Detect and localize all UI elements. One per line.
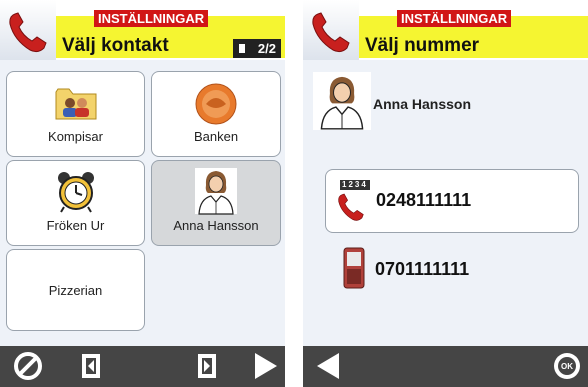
mobile-phone-icon — [343, 247, 365, 289]
previous-page-icon[interactable] — [75, 350, 107, 382]
page-title: Välj kontakt — [62, 35, 169, 56]
contact-tile-kompisar[interactable]: Kompisar — [6, 71, 145, 157]
forward-arrow-icon[interactable] — [249, 350, 281, 382]
back-arrow-icon[interactable] — [313, 350, 345, 382]
alarm-clock-icon — [57, 172, 94, 213]
ok-icon[interactable]: OK — [551, 350, 583, 382]
phone-number: 0248111111 — [376, 190, 472, 210]
bottom-toolbar — [0, 346, 285, 387]
header: INSTÄLLNINGAR Välj kontakt 2/2 — [0, 0, 285, 60]
phone-handset-icon — [312, 12, 350, 53]
header: INSTÄLLNINGAR Välj nummer — [303, 0, 588, 60]
bottom-toolbar: OK — [303, 346, 588, 387]
speed-dial-tag: 1234 — [340, 180, 370, 190]
contact-picker-screen: INSTÄLLNINGAR Välj kontakt 2/2 Kompisar … — [0, 0, 285, 387]
phone-handset-icon — [9, 12, 47, 53]
cancel-icon[interactable] — [12, 350, 44, 382]
contact-tile-pizzerian[interactable]: Pizzerian — [6, 249, 145, 331]
page-title: Välj nummer — [365, 35, 480, 56]
phone-app-button[interactable] — [303, 0, 359, 60]
person-avatar-icon — [313, 72, 371, 130]
phone-number-option-landline[interactable]: 1234 0248111111 — [325, 169, 579, 233]
tile-label: Banken — [193, 129, 239, 144]
contact-tile-banken[interactable]: Banken — [151, 71, 281, 157]
contact-tile-anna-hansson[interactable]: Anna Hansson — [151, 160, 281, 246]
phone-number: 0701111111 — [375, 259, 470, 279]
tile-label: Kompisar — [48, 129, 103, 144]
page-icon — [239, 44, 245, 53]
contact-name: Anna Hansson — [373, 96, 472, 112]
tile-label: Fröken Ur — [46, 218, 105, 233]
settings-badge: INSTÄLLNINGAR — [94, 10, 209, 27]
person-avatar-icon — [195, 168, 237, 215]
tile-label: Anna Hansson — [173, 218, 259, 233]
landline-phone-icon — [338, 193, 364, 221]
svg-text:OK: OK — [561, 362, 573, 371]
next-page-icon[interactable] — [191, 350, 223, 382]
tile-label: Pizzerian — [48, 283, 103, 298]
number-picker-screen: INSTÄLLNINGAR Välj nummer Anna Hansson 1… — [303, 0, 588, 387]
phone-app-button[interactable] — [0, 0, 56, 60]
contact-tile-froken-ur[interactable]: Fröken Ur — [6, 160, 145, 246]
bank-logo-icon — [195, 83, 237, 125]
group-folder-icon — [55, 88, 96, 120]
page-number: 2/2 — [257, 41, 276, 56]
phone-number-option-mobile[interactable]: 0701111111 — [325, 243, 579, 299]
settings-badge: INSTÄLLNINGAR — [397, 10, 512, 27]
page-indicator: 2/2 — [233, 39, 281, 58]
